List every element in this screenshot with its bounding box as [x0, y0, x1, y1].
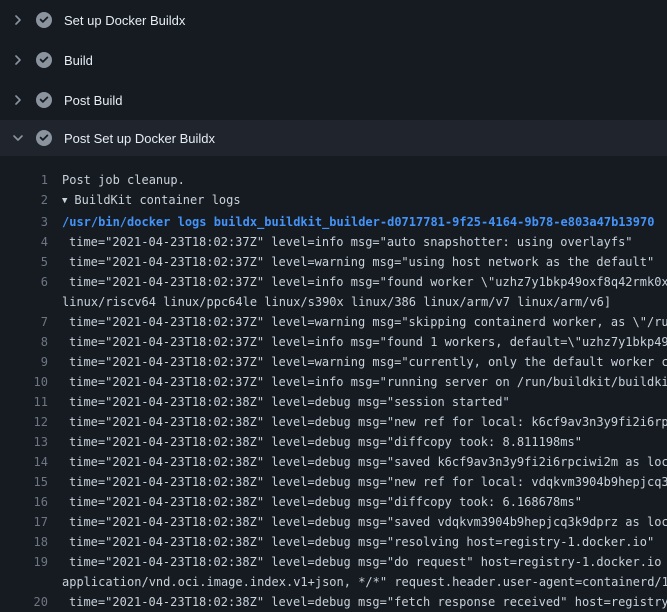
log-line: 5 time="2021-04-23T18:02:37Z" level=warn… [0, 252, 667, 272]
log-line: 16 time="2021-04-23T18:02:38Z" level=deb… [0, 492, 667, 512]
log-line: 1 Post job cleanup. [0, 170, 667, 190]
log-line: 4 time="2021-04-23T18:02:37Z" level=info… [0, 232, 667, 252]
log-line-number[interactable]: 17 [0, 512, 48, 532]
step-sections: Set up Docker Buildx Build P [0, 0, 667, 156]
log-line-text: Post job cleanup. [62, 170, 185, 190]
log-line: 7 time="2021-04-23T18:02:37Z" level=warn… [0, 312, 667, 332]
log-line: 10 time="2021-04-23T18:02:37Z" level=inf… [0, 372, 667, 392]
log-line-number[interactable]: 11 [0, 392, 48, 412]
chevron-icon [12, 94, 28, 106]
step-section-header[interactable]: Post Set up Docker Buildx [0, 120, 667, 156]
step-section-header[interactable]: Post Build [0, 80, 667, 120]
log-line-text: time="2021-04-23T18:02:37Z" level=info m… [62, 332, 667, 352]
log-line-text: time="2021-04-23T18:02:38Z" level=debug … [62, 492, 582, 512]
log-line-number[interactable]: 19 [0, 552, 48, 572]
log-line-text: time="2021-04-23T18:02:38Z" level=debug … [62, 552, 667, 572]
log-line: 12 time="2021-04-23T18:02:38Z" level=deb… [0, 412, 667, 432]
log-line-text: time="2021-04-23T18:02:37Z" level=warnin… [62, 352, 667, 372]
log-line-number[interactable]: 2 [0, 190, 48, 212]
log-line: 19 time="2021-04-23T18:02:38Z" level=deb… [0, 552, 667, 572]
log-line-text: time="2021-04-23T18:02:38Z" level=debug … [62, 392, 510, 412]
log-line-text: linux/riscv64 linux/ppc64le linux/s390x … [62, 292, 611, 312]
log-line-number[interactable]: 9 [0, 352, 48, 372]
log-line-number[interactable]: 1 [0, 170, 48, 190]
log-line-text: time="2021-04-23T18:02:38Z" level=debug … [62, 412, 667, 432]
check-circle-icon [36, 52, 52, 68]
log-line: 17 time="2021-04-23T18:02:38Z" level=deb… [0, 512, 667, 532]
log-line: 8 time="2021-04-23T18:02:37Z" level=info… [0, 332, 667, 352]
log-line-number[interactable]: 18 [0, 532, 48, 552]
log-line: application/vnd.oci.image.index.v1+json,… [0, 572, 667, 592]
chevron-icon [12, 54, 28, 66]
log-line-text: time="2021-04-23T18:02:37Z" level=info m… [62, 272, 667, 292]
log-line: 18 time="2021-04-23T18:02:38Z" level=deb… [0, 532, 667, 552]
log-lines: 1 Post job cleanup. 2 ▼BuildKit containe… [0, 170, 667, 612]
log-line-number[interactable] [0, 292, 48, 312]
log-line-number[interactable]: 13 [0, 432, 48, 452]
log-line-text: time="2021-04-23T18:02:38Z" level=debug … [62, 512, 667, 532]
log-line-number[interactable]: 7 [0, 312, 48, 332]
log-line-number[interactable]: 15 [0, 472, 48, 492]
log-line: linux/riscv64 linux/ppc64le linux/s390x … [0, 292, 667, 312]
log-line-text: time="2021-04-23T18:02:37Z" level=warnin… [62, 252, 654, 272]
check-circle-icon [36, 12, 52, 28]
log-line-number[interactable]: 4 [0, 232, 48, 252]
log-line-number[interactable]: 14 [0, 452, 48, 472]
chevron-icon [12, 14, 28, 26]
log-line-text: time="2021-04-23T18:02:38Z" level=debug … [62, 472, 667, 492]
log-line: 9 time="2021-04-23T18:02:37Z" level=warn… [0, 352, 667, 372]
log-line-text: time="2021-04-23T18:02:37Z" level=info m… [62, 372, 667, 392]
log-line: 14 time="2021-04-23T18:02:38Z" level=deb… [0, 452, 667, 472]
step-section-header[interactable]: Build [0, 40, 667, 80]
log-line-number[interactable]: 16 [0, 492, 48, 512]
log-line-number[interactable]: 3 [0, 212, 48, 232]
log-line-number[interactable]: 6 [0, 272, 48, 292]
step-section-header[interactable]: Set up Docker Buildx [0, 0, 667, 40]
log-line-number[interactable]: 5 [0, 252, 48, 272]
log-line: 20 time="2021-04-23T18:02:38Z" level=deb… [0, 592, 667, 612]
log-line-number[interactable]: 10 [0, 372, 48, 392]
log-line-text: ▼BuildKit container logs [62, 190, 241, 212]
log-line-text: application/vnd.oci.image.index.v1+json,… [62, 572, 667, 592]
step-section-label: Build [64, 53, 93, 68]
step-section-label: Post Set up Docker Buildx [64, 131, 215, 146]
log-line: 11 time="2021-04-23T18:02:38Z" level=deb… [0, 392, 667, 412]
log-line[interactable]: 2 ▼BuildKit container logs [0, 190, 667, 212]
log-line-text: time="2021-04-23T18:02:38Z" level=debug … [62, 532, 654, 552]
check-circle-icon [36, 130, 52, 146]
log-line: 3 /usr/bin/docker logs buildx_buildkit_b… [0, 212, 667, 232]
log-line-text: time="2021-04-23T18:02:38Z" level=debug … [62, 452, 667, 472]
log-line-text: time="2021-04-23T18:02:38Z" level=debug … [62, 432, 582, 452]
step-section-label: Set up Docker Buildx [64, 13, 185, 28]
log-line-text: time="2021-04-23T18:02:37Z" level=warnin… [62, 312, 667, 332]
log-line: 6 time="2021-04-23T18:02:37Z" level=info… [0, 272, 667, 292]
log-line-number[interactable] [0, 572, 48, 592]
log-line-number[interactable]: 20 [0, 592, 48, 612]
group-toggle-icon[interactable]: ▼ [62, 191, 67, 211]
actions-log-viewer: { "colors": { "bg": "#161b22", "expanded… [0, 0, 667, 600]
log-line-text: time="2021-04-23T18:02:38Z" level=debug … [62, 592, 667, 612]
log-line-number[interactable]: 12 [0, 412, 48, 432]
log-line: 15 time="2021-04-23T18:02:38Z" level=deb… [0, 472, 667, 492]
check-circle-icon [36, 92, 52, 108]
log-line-text: /usr/bin/docker logs buildx_buildkit_bui… [62, 212, 654, 232]
log-line: 13 time="2021-04-23T18:02:38Z" level=deb… [0, 432, 667, 452]
log-line-text: time="2021-04-23T18:02:37Z" level=info m… [62, 232, 633, 252]
log-viewer: Set up Docker Buildx Build P [0, 0, 667, 612]
chevron-icon [12, 132, 28, 144]
log-line-number[interactable]: 8 [0, 332, 48, 352]
step-section-label: Post Build [64, 93, 123, 108]
